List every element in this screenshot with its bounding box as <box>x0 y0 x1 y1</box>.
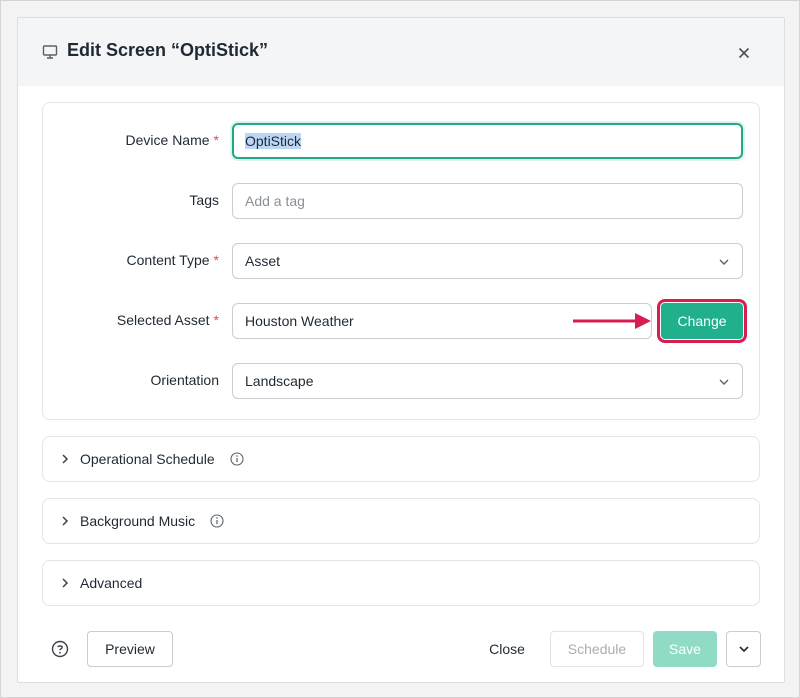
chevron-right-icon <box>62 454 69 464</box>
device-name-label: Device Name * <box>125 132 219 148</box>
close-icon[interactable] <box>736 45 752 61</box>
selected-asset-label: Selected Asset * <box>116 312 219 328</box>
screen-settings-form: Device Name * OptiStick Tags Add a tag Co… <box>42 102 760 420</box>
tags-placeholder: Add a tag <box>245 193 305 209</box>
info-icon[interactable] <box>230 452 244 466</box>
orientation-value: Landscape <box>245 373 314 389</box>
chevron-right-icon <box>62 516 69 526</box>
tags-label: Tags <box>189 192 219 208</box>
tags-input[interactable]: Add a tag <box>232 183 743 219</box>
close-button[interactable]: Close <box>477 631 537 667</box>
section-label: Background Music <box>80 513 196 529</box>
content-type-value: Asset <box>245 253 281 269</box>
schedule-button[interactable]: Schedule <box>550 631 644 667</box>
help-circle-icon[interactable] <box>51 640 69 658</box>
device-name-value: OptiStick <box>245 133 302 149</box>
orientation-select[interactable]: Landscape <box>232 363 743 399</box>
orientation-label: Orientation <box>150 372 219 388</box>
selected-asset-value: Houston Weather <box>245 313 354 329</box>
orientation-row: Orientation Landscape <box>43 363 759 399</box>
content-type-label: Content Type * <box>126 252 219 268</box>
chevron-down-icon <box>738 646 749 653</box>
screenshot-frame: Edit Screen “OptiStick” Device Name * Opt… <box>0 0 800 698</box>
save-button[interactable]: Save <box>653 631 717 667</box>
required-marker: * <box>213 252 219 268</box>
section-advanced[interactable]: Advanced <box>42 560 760 606</box>
tags-row: Tags Add a tag <box>43 183 759 219</box>
section-operational-schedule[interactable]: Operational Schedule <box>42 436 760 482</box>
info-icon[interactable] <box>210 514 224 528</box>
chevron-right-icon <box>62 578 69 588</box>
content-type-row: Content Type * Asset <box>43 243 759 279</box>
section-background-music[interactable]: Background Music <box>42 498 760 544</box>
required-marker: * <box>213 132 219 148</box>
monitor-icon <box>42 45 58 59</box>
section-label: Operational Schedule <box>80 451 215 467</box>
change-asset-button[interactable]: Change <box>661 303 743 339</box>
chevron-down-icon <box>719 379 729 385</box>
content-type-select[interactable]: Asset <box>232 243 743 279</box>
edit-screen-modal: Edit Screen “OptiStick” Device Name * Opt… <box>17 17 785 683</box>
preview-button[interactable]: Preview <box>87 631 173 667</box>
modal-header: Edit Screen “OptiStick” <box>18 18 784 86</box>
selected-asset-row: Selected Asset * Houston Weather Change <box>43 299 759 343</box>
section-label: Advanced <box>80 575 143 591</box>
device-name-field[interactable]: OptiStick <box>232 123 743 159</box>
required-marker: * <box>213 312 219 328</box>
modal-title: Edit Screen “OptiStick” <box>67 40 269 60</box>
arrow-annotation-icon <box>573 313 651 329</box>
device-name-row: Device Name * OptiStick <box>43 123 759 159</box>
more-options-button[interactable] <box>726 631 761 667</box>
chevron-down-icon <box>719 259 729 265</box>
